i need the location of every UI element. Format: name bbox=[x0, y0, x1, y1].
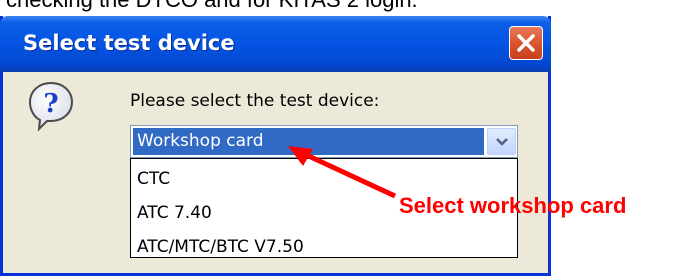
annotation-text: Select workshop card bbox=[399, 193, 627, 218]
